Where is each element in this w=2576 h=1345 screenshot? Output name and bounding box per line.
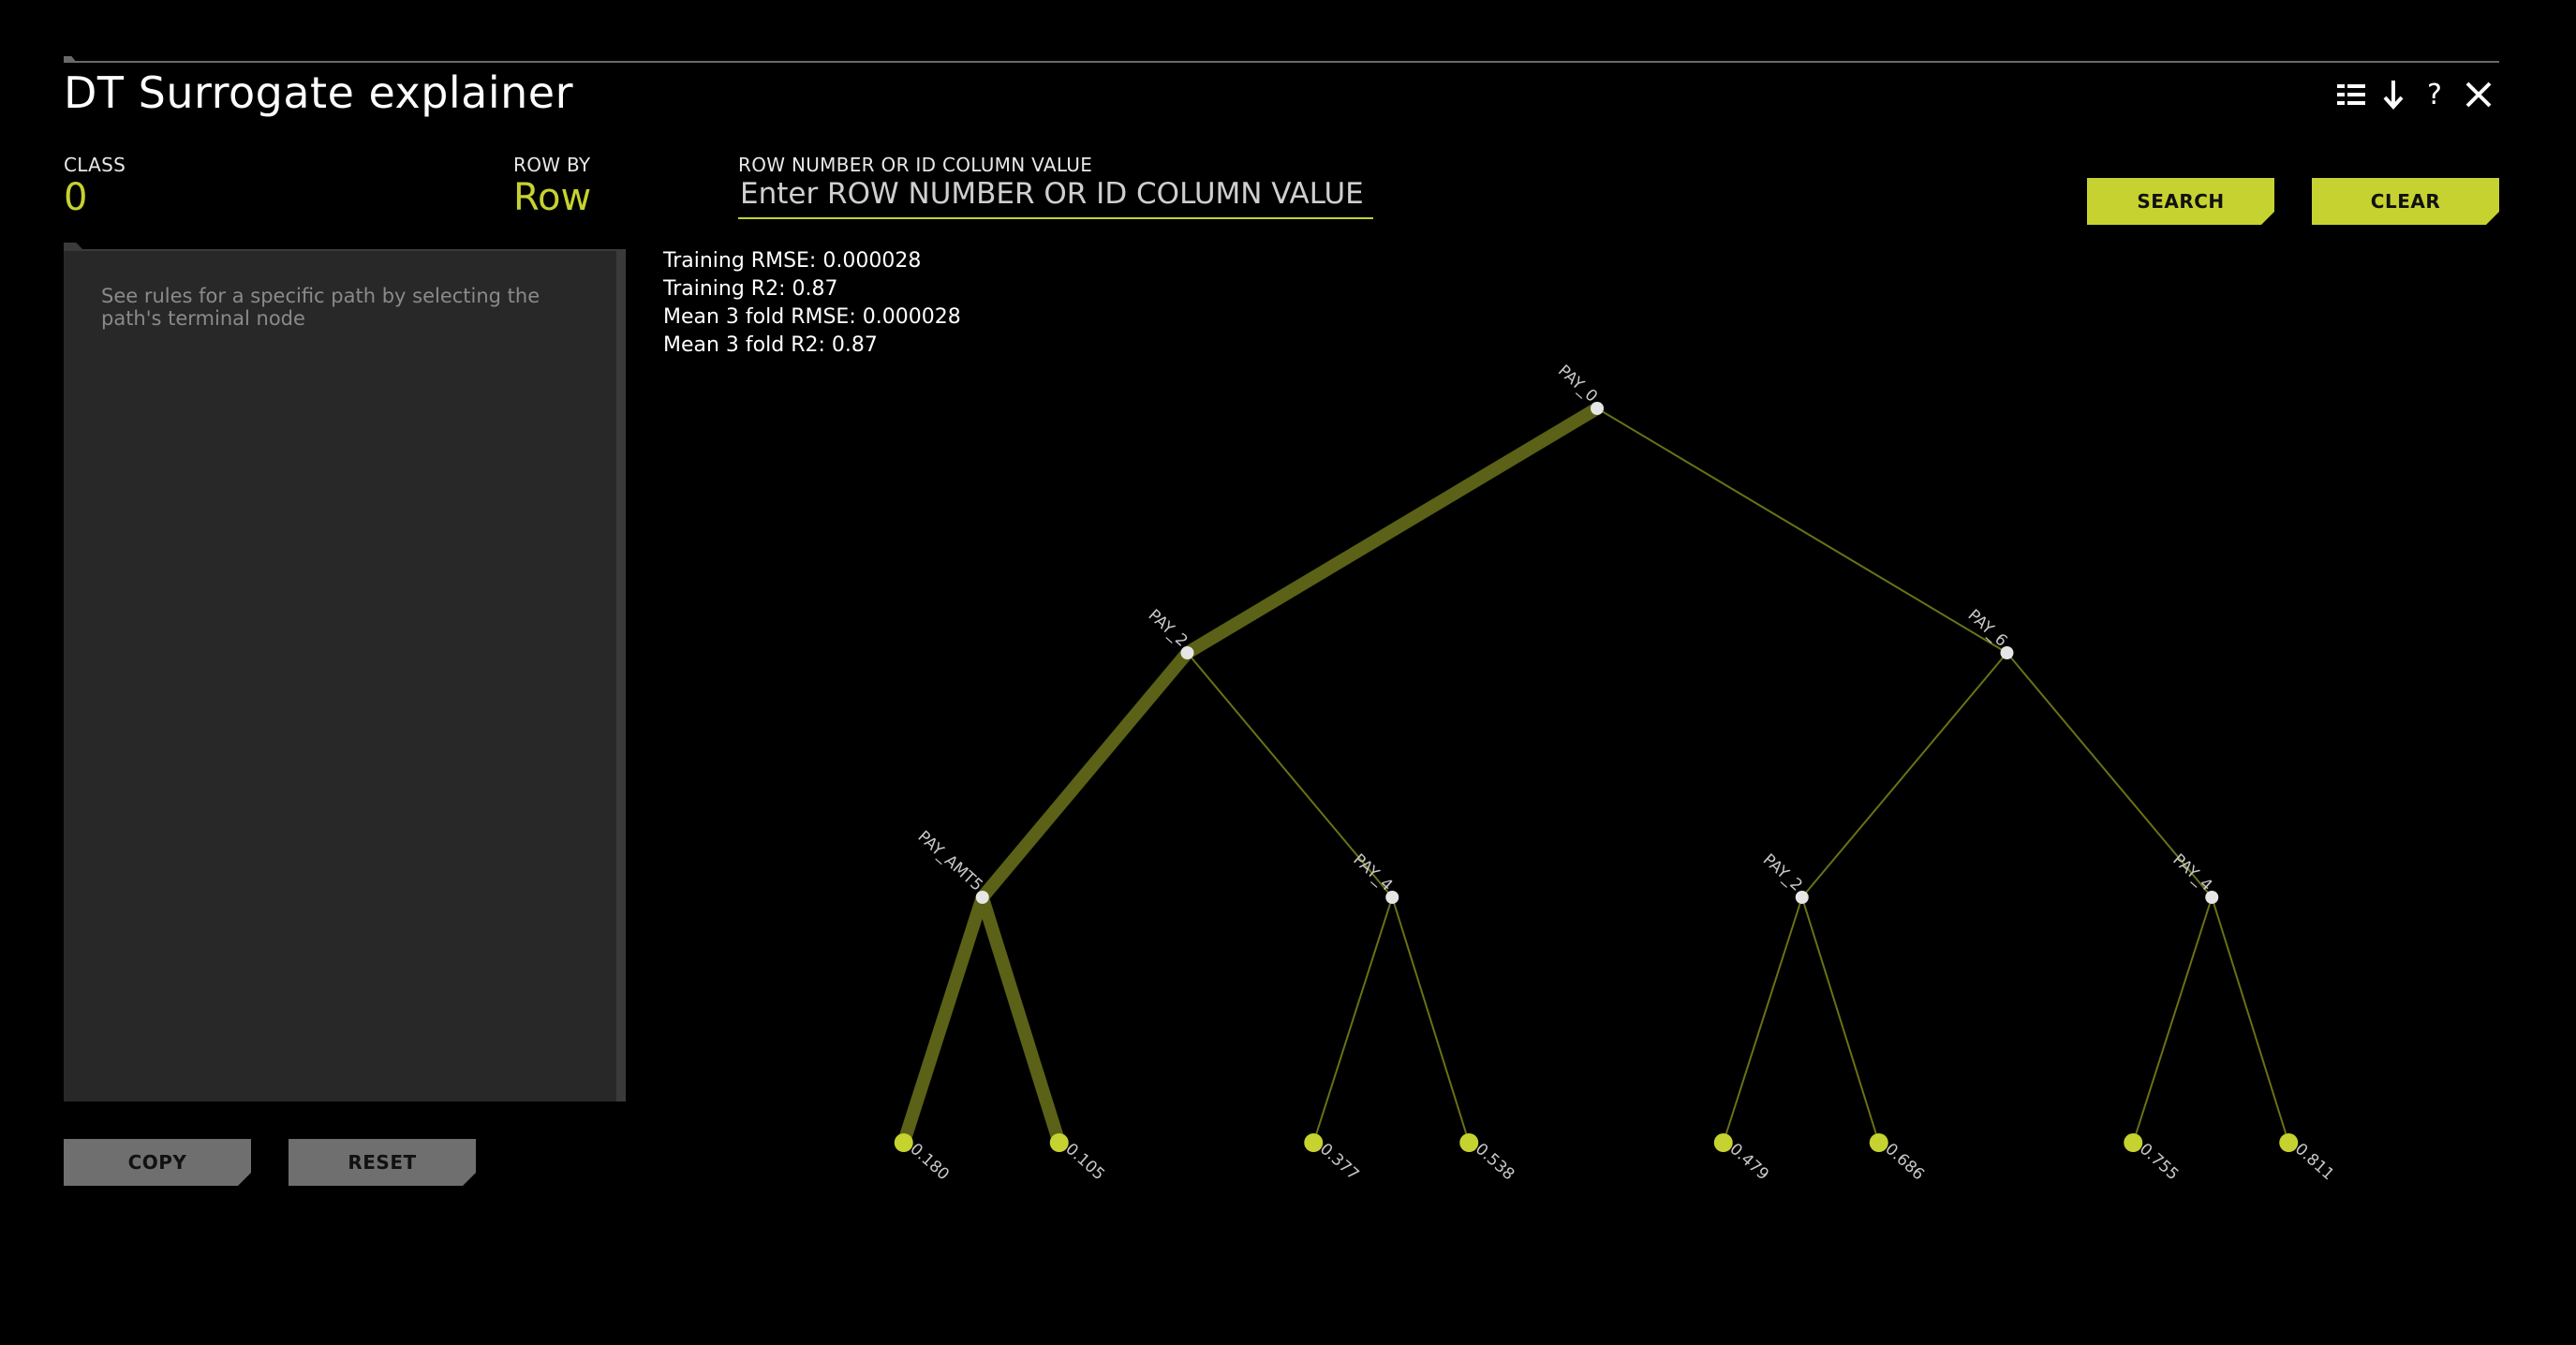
tree-node-label: PAY_6 <box>1964 606 2011 651</box>
tree-node-n5[interactable] <box>1795 891 1809 904</box>
tree-leaf-l1[interactable] <box>1049 1133 1069 1152</box>
tree-node-label: PAY_2 <box>1145 606 1192 651</box>
tree-node-n1[interactable] <box>1180 646 1194 659</box>
tree-edge-n1-n3 <box>975 646 1194 904</box>
tree-edge-n5-l5 <box>1800 896 1880 1144</box>
tree-edge-n4-l2 <box>1312 896 1394 1144</box>
top-divider-notch <box>64 56 77 63</box>
search-button[interactable]: SEARCH <box>2087 178 2274 225</box>
tree-node-n2[interactable] <box>2000 646 2014 659</box>
tree-leaf-value: 0.479 <box>1725 1140 1772 1184</box>
tree-edge-n0-n2 <box>1596 407 2008 654</box>
page-title: DT Surrogate explainer <box>64 67 574 118</box>
tree-leaf-l5[interactable] <box>1869 1133 1888 1152</box>
tree-node-label: PAY_AMT5 <box>914 827 986 894</box>
tree-leaf-value: 0.538 <box>1472 1140 1518 1184</box>
tree-leaf-value: 0.377 <box>1316 1140 1363 1184</box>
tree-edge-n3-l0 <box>896 891 989 1149</box>
rules-panel[interactable]: See rules for a specific path by selecti… <box>64 251 626 1101</box>
copy-button[interactable]: COPY <box>64 1139 251 1186</box>
tree-leaf-l3[interactable] <box>1459 1133 1479 1152</box>
tree-node-n4[interactable] <box>1385 891 1399 904</box>
tree-leaf-value: 0.686 <box>1881 1140 1928 1184</box>
tree-leaf-l0[interactable] <box>894 1133 913 1152</box>
list-icon[interactable] <box>2332 73 2370 116</box>
tree-node-label: PAY_4 <box>2169 850 2215 895</box>
top-divider <box>64 61 2499 63</box>
toolbar: ? <box>2332 73 2501 116</box>
tree-node-label: PAY_0 <box>1554 362 1601 406</box>
tree-edge-n6-l6 <box>2132 896 2213 1144</box>
tree-leaf-l6[interactable] <box>2124 1133 2143 1152</box>
tree-leaf-value: 0.755 <box>2136 1140 2183 1184</box>
rules-hint: See rules for a specific path by selecti… <box>101 285 540 330</box>
tree-edge-n3-l1 <box>975 891 1066 1149</box>
tree-edge-n0-n1 <box>1180 402 1604 659</box>
tree-edge-n6-l7 <box>2211 896 2290 1144</box>
tree-leaf-l2[interactable] <box>1304 1133 1324 1152</box>
tree-edge-n5-l4 <box>1722 896 1803 1144</box>
row-number-input[interactable] <box>738 174 1373 219</box>
tree-node-n6[interactable] <box>2205 891 2219 904</box>
tree-leaf-l4[interactable] <box>1713 1133 1733 1152</box>
cv-r2: Mean 3 fold R2: 0.87 <box>663 333 878 357</box>
dt-surrogate-explainer-window: DT Surrogate explainer ? CLASS 0 ROW BY … <box>0 0 2576 1345</box>
tree-edge-n4-l3 <box>1391 896 1471 1144</box>
tree-leaf-value: 0.105 <box>1061 1140 1108 1184</box>
row-by-label: ROW BY <box>513 154 591 176</box>
tree-node-label: PAY_2 <box>1759 850 1806 895</box>
row-by-value[interactable]: Row <box>513 176 591 219</box>
training-rmse: Training RMSE: 0.000028 <box>663 249 922 273</box>
tree-leaf-value: 0.180 <box>906 1140 953 1184</box>
training-r2: Training R2: 0.87 <box>663 277 838 301</box>
close-icon[interactable] <box>2460 73 2497 116</box>
tree-edge-n1-n4 <box>1186 652 1394 898</box>
help-icon[interactable]: ? <box>2419 73 2450 116</box>
tree-edge-n2-n6 <box>2006 652 2213 898</box>
class-label: CLASS <box>64 154 126 176</box>
tree-node-label: PAY_4 <box>1349 850 1396 895</box>
tree-node-n0[interactable] <box>1591 402 1604 415</box>
tree-leaf-l7[interactable] <box>2279 1133 2299 1152</box>
model-metrics: Training RMSE: 0.000028 Training R2: 0.8… <box>663 247 961 360</box>
reset-button[interactable]: RESET <box>289 1139 476 1186</box>
download-icon[interactable] <box>2377 73 2409 116</box>
cv-rmse: Mean 3 fold RMSE: 0.000028 <box>663 305 961 329</box>
tree-edge-n2-n5 <box>1800 652 2008 898</box>
tree-node-n3[interactable] <box>975 891 989 904</box>
row-input-label: ROW NUMBER OR ID COLUMN VALUE <box>738 154 1093 176</box>
clear-button[interactable]: CLEAR <box>2312 178 2499 225</box>
class-value[interactable]: 0 <box>64 176 87 219</box>
tree-leaf-value: 0.811 <box>2291 1140 2338 1184</box>
